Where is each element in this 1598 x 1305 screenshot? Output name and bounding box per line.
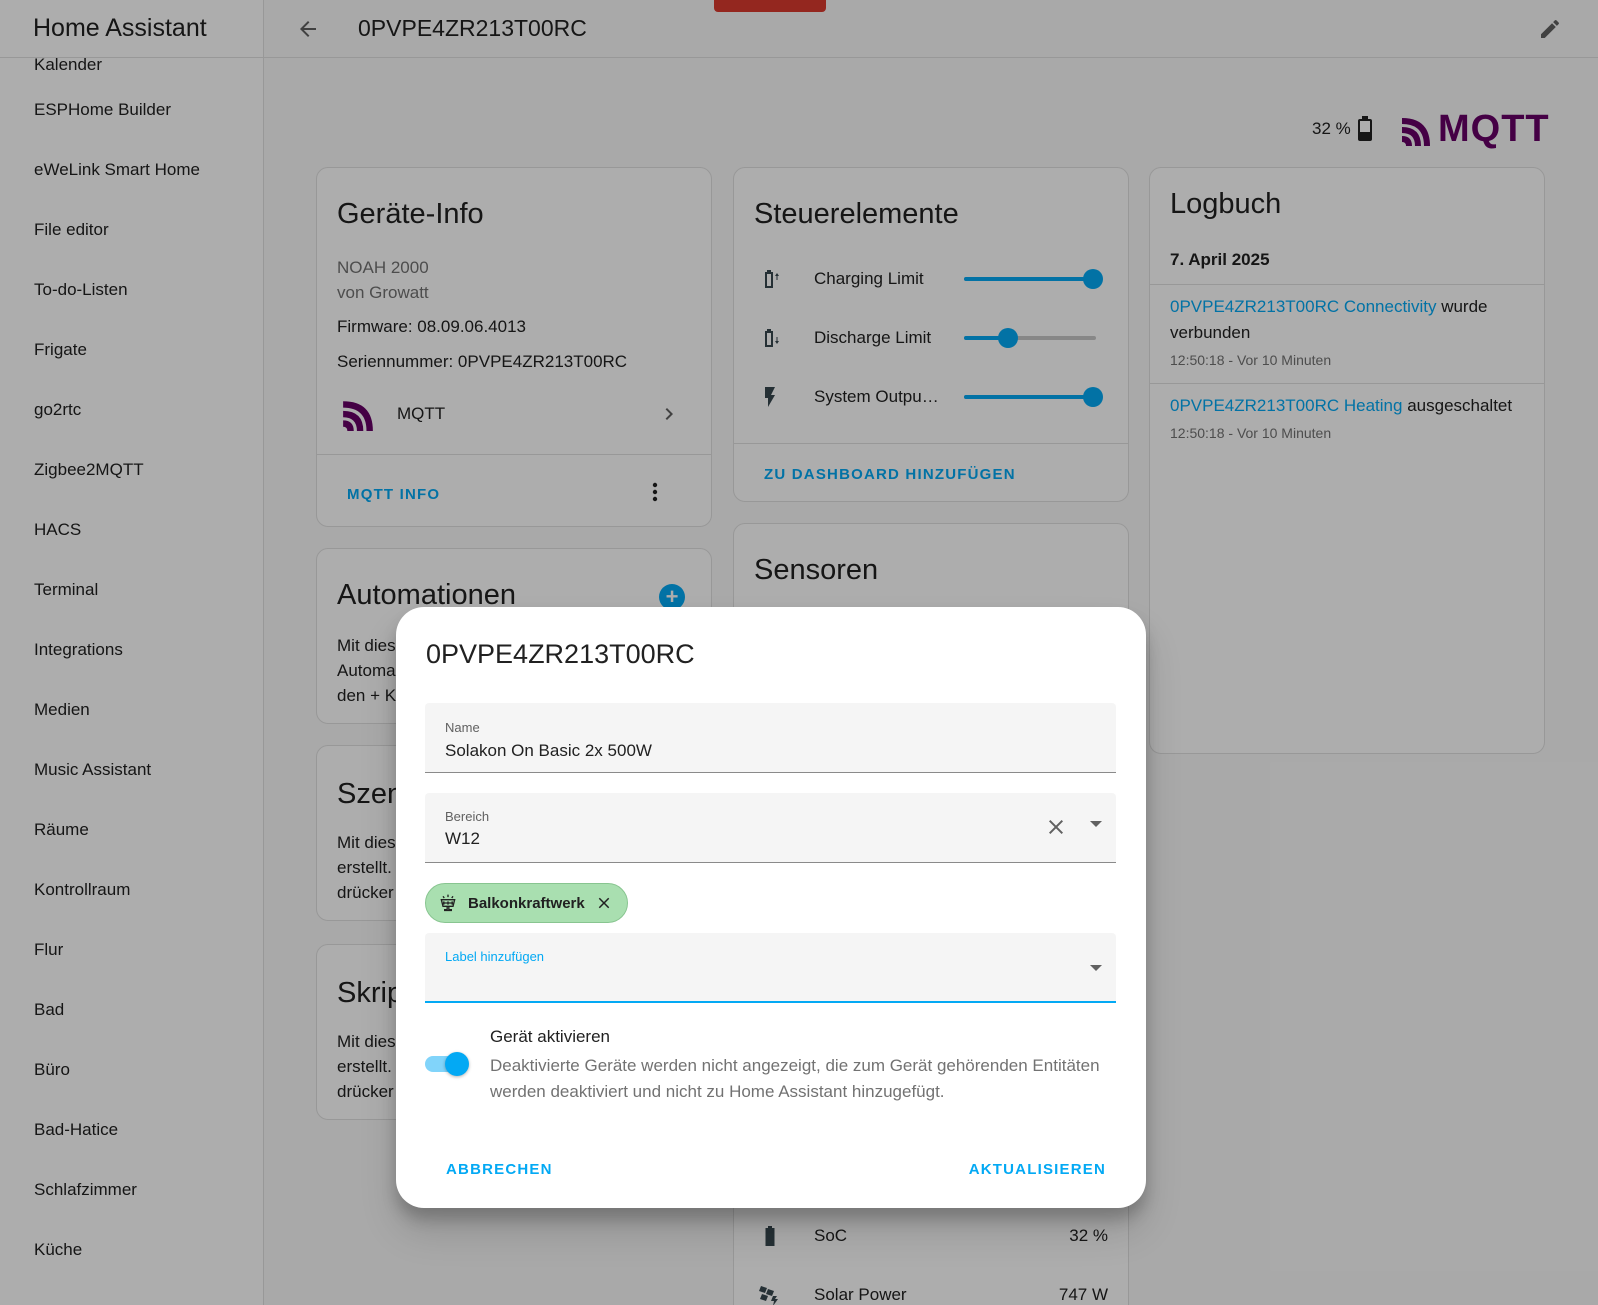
area-select-value: W12 (445, 829, 480, 848)
enable-device-description: Deaktivierte Geräte werden nicht angezei… (490, 1056, 1100, 1101)
dialog-title: 0PVPE4ZR213T00RC (426, 639, 695, 669)
update-button[interactable]: AKTUALISIEREN (969, 1161, 1106, 1178)
toggle-thumb[interactable] (445, 1052, 469, 1076)
label-chip-text: Balkonkraftwerk (468, 894, 585, 912)
area-select[interactable]: Bereich W12 (425, 793, 1116, 863)
enable-device-toggle[interactable] (425, 1052, 471, 1076)
add-label-placeholder: Label hinzufügen (445, 949, 545, 964)
cancel-button[interactable]: ABBRECHEN (446, 1161, 553, 1178)
area-select-label: Bereich (445, 809, 490, 824)
enable-device-title: Gerät aktivieren (490, 1027, 610, 1046)
close-icon[interactable] (1044, 815, 1068, 839)
close-icon[interactable] (595, 894, 613, 912)
name-field-value[interactable]: Solakon On Basic 2x 500W (445, 741, 652, 761)
name-field[interactable]: Name Solakon On Basic 2x 500W (425, 703, 1116, 773)
chevron-down-icon[interactable] (1090, 965, 1102, 971)
chevron-down-icon[interactable] (1090, 821, 1102, 827)
name-field-label: Name (445, 720, 480, 735)
add-label-select[interactable]: Label hinzufügen (425, 933, 1116, 1003)
solar-panel-icon (440, 894, 456, 912)
label-chip[interactable]: Balkonkraftwerk (425, 883, 628, 923)
device-settings-dialog: 0PVPE4ZR213T00RC Name Solakon On Basic 2… (396, 607, 1146, 1208)
